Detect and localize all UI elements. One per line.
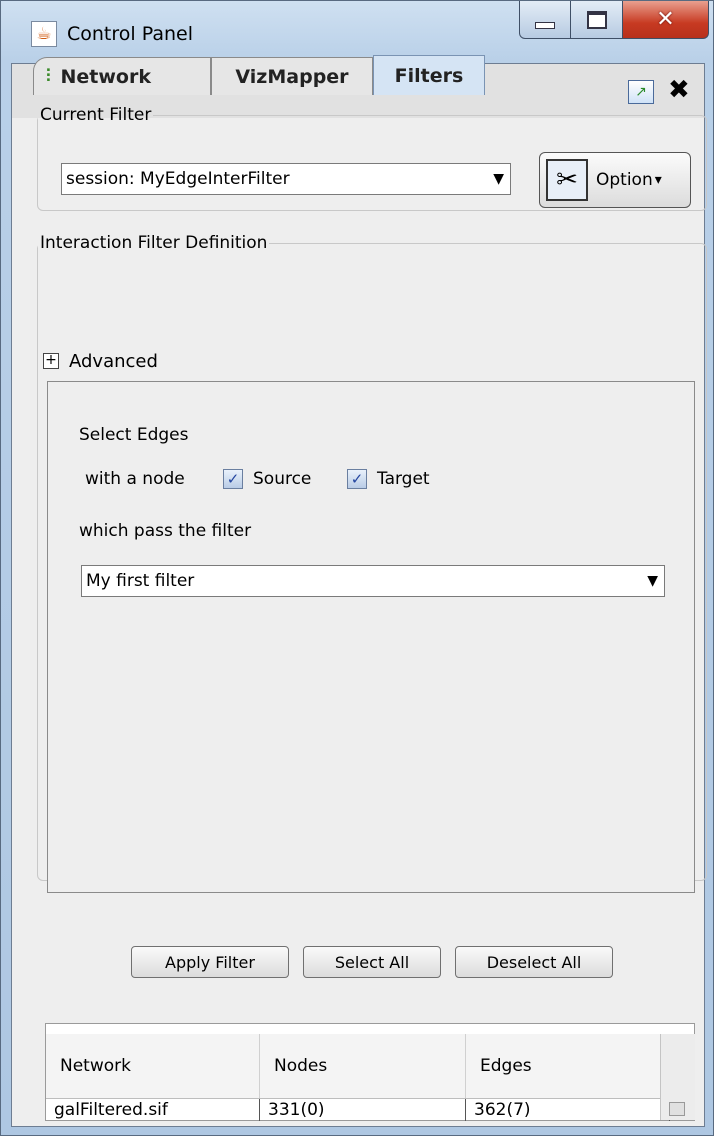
- title-bar[interactable]: ☕ Control Panel ✕: [1, 1, 714, 63]
- minimize-button[interactable]: [519, 1, 571, 39]
- tab-filters-label: Filters: [394, 64, 464, 87]
- source-checkbox[interactable]: ✓: [223, 469, 243, 489]
- maximize-icon: [586, 10, 607, 29]
- dropdown-arrow-icon: ▼: [493, 171, 504, 187]
- cell-edges: 362(7): [466, 1099, 670, 1121]
- control-panel-window: ☕ Control Panel ✕ ↗ ✖ ⫶ Network VizMappe…: [0, 0, 714, 1136]
- column-header-edges[interactable]: Edges: [466, 1034, 670, 1098]
- column-header-network[interactable]: Network: [46, 1034, 260, 1098]
- pass-filter-value: My first filter: [86, 571, 195, 591]
- interaction-filter-legend: Interaction Filter Definition: [40, 233, 268, 253]
- tools-icon: ✂: [546, 159, 588, 201]
- close-window-button[interactable]: ✕: [623, 1, 709, 39]
- column-header-nodes[interactable]: Nodes: [260, 1034, 466, 1098]
- maximize-button[interactable]: [571, 1, 623, 39]
- scrollbar-thumb[interactable]: [669, 1102, 685, 1116]
- filter-definition-box: [47, 381, 695, 893]
- advanced-label[interactable]: Advanced: [69, 351, 158, 372]
- target-label: Target: [377, 469, 430, 489]
- select-edges-label: Select Edges: [79, 425, 189, 445]
- window-title: Control Panel: [67, 23, 193, 45]
- current-filter-value: session: MyEdgeInterFilter: [66, 169, 290, 189]
- cell-nodes: 331(0): [260, 1099, 466, 1121]
- current-filter-dropdown[interactable]: session: MyEdgeInterFilter ▼: [61, 163, 511, 195]
- tab-filters[interactable]: Filters: [373, 55, 485, 95]
- minimize-icon: [535, 22, 555, 29]
- tab-vizmapper[interactable]: VizMapper: [211, 57, 373, 95]
- table-row[interactable]: galFiltered.sif 331(0) 362(7): [46, 1099, 670, 1121]
- dropdown-arrow-icon: ▼: [647, 573, 658, 589]
- tab-network-label: Network: [60, 65, 151, 88]
- source-label: Source: [253, 469, 312, 489]
- apply-filter-button[interactable]: Apply Filter: [131, 946, 289, 978]
- tab-network[interactable]: ⫶ Network: [33, 57, 211, 95]
- pass-filter-dropdown[interactable]: My first filter ▼: [81, 565, 665, 597]
- current-filter-legend: Current Filter: [40, 105, 152, 125]
- deselect-all-button[interactable]: Deselect All: [455, 946, 613, 978]
- network-stats-table: Network Nodes Edges galFiltered.sif 331(…: [45, 1023, 695, 1121]
- advanced-expand-icon[interactable]: +: [43, 353, 59, 369]
- which-pass-label: which pass the filter: [79, 521, 252, 541]
- close-panel-icon[interactable]: ✖: [668, 76, 690, 104]
- cell-network: galFiltered.sif: [46, 1099, 260, 1121]
- close-icon: ✕: [656, 7, 675, 32]
- select-all-button[interactable]: Select All: [303, 946, 441, 978]
- network-tree-icon: ⫶: [46, 66, 51, 87]
- with-a-node-label: with a node: [85, 469, 185, 489]
- chevron-down-icon: ▾: [654, 172, 662, 188]
- target-checkbox[interactable]: ✓: [347, 469, 367, 489]
- java-cup-icon: ☕: [31, 21, 57, 47]
- option-label: Option: [596, 170, 653, 190]
- option-button[interactable]: ✂ Option ▾: [539, 152, 691, 208]
- table-header: Network Nodes Edges: [46, 1034, 670, 1099]
- undock-icon[interactable]: ↗: [628, 80, 654, 104]
- tab-vizmapper-label: VizMapper: [235, 65, 349, 88]
- table-scrollbar[interactable]: [660, 1034, 695, 1120]
